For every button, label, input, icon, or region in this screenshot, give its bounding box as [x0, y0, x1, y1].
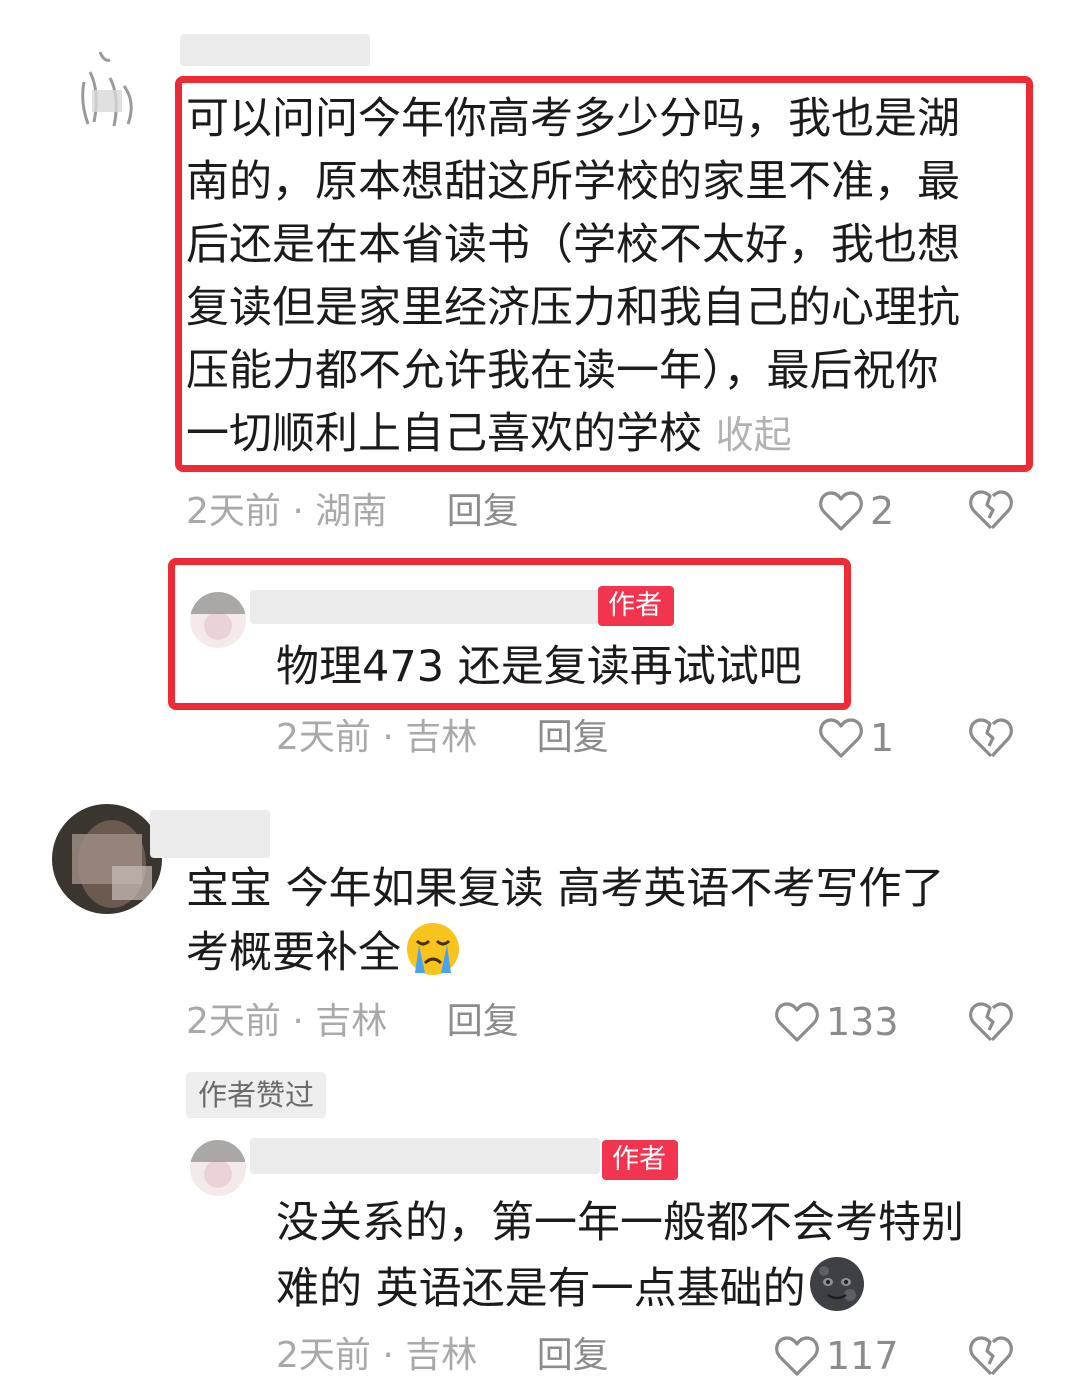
broken-heart-icon [969, 490, 1013, 530]
reply-text[interactable]: 物理473 还是复读再试试吧 [276, 636, 802, 699]
heart-icon [819, 718, 863, 758]
broken-heart-icon [969, 1002, 1013, 1042]
reply-location: 吉林 [405, 717, 478, 758]
like-button[interactable]: 117 [774, 1332, 899, 1380]
comment-location: 吉林 [315, 1001, 388, 1042]
meta-separator: · [292, 1001, 304, 1042]
author-liked-badge: 作者赞过 [186, 1072, 327, 1118]
comment-meta: 2天前 · 吉林 回复 [186, 1000, 519, 1044]
reply-button[interactable]: 回复 [447, 491, 519, 532]
reply-button[interactable]: 回复 [537, 717, 609, 758]
comment-location: 湖南 [315, 491, 388, 532]
dislike-button[interactable] [968, 716, 1014, 760]
reply-meta: 2天前 · 吉林 回复 [276, 716, 609, 760]
comment-line: 一切顺利上自己喜欢的学校 [186, 409, 702, 459]
comment-line: 后还是在本省读书（学校不太好，我也想 [186, 220, 960, 270]
reply-button[interactable]: 回复 [537, 1335, 609, 1376]
author-avatar[interactable] [190, 1140, 246, 1196]
like-button[interactable]: 133 [774, 998, 899, 1046]
comment-meta: 2天前 · 湖南 回复 [186, 490, 519, 534]
heart-icon [819, 491, 863, 531]
avatar[interactable] [52, 804, 162, 914]
like-button[interactable]: 1 [818, 714, 894, 762]
broken-heart-icon [969, 718, 1013, 758]
comment-time: 2天前 [186, 491, 281, 532]
username-blurred[interactable] [180, 34, 370, 66]
author-tag: 作者 [598, 586, 674, 626]
comment-text[interactable]: 可以问问今年你高考多少分吗，我也是湖 南的，原本想甜这所学校的家里不准，最 后还… [186, 88, 1006, 467]
comment-line: 可以问问今年你高考多少分吗，我也是湖 [186, 94, 960, 144]
reply-meta: 2天前 · 吉林 回复 [276, 1334, 609, 1378]
broken-heart-icon [969, 1336, 1013, 1376]
new-moon-face-emoji-icon [806, 1255, 868, 1331]
comment-line: 南的，原本想甜这所学校的家里不准，最 [186, 157, 960, 207]
username-blurred[interactable] [250, 590, 600, 624]
author-avatar[interactable] [190, 592, 246, 648]
author-tag: 作者 [602, 1140, 678, 1180]
username-blurred[interactable] [150, 810, 270, 858]
comment-line-last: 一切顺利上自己喜欢的学校 收起 [186, 403, 1006, 467]
dislike-button[interactable] [968, 488, 1014, 532]
comment-line: 复读但是家里经济压力和我自己的心理抗 [186, 283, 960, 333]
collapse-link[interactable]: 收起 [716, 413, 792, 457]
comment-text[interactable]: 宝宝 今年如果复读 高考英语不考写作了 考概要补全 [186, 858, 1006, 995]
reply-location: 吉林 [405, 1335, 478, 1376]
dislike-button[interactable] [968, 1000, 1014, 1044]
like-count: 1 [870, 716, 895, 760]
reply-time: 2天前 [276, 717, 371, 758]
reply-button[interactable]: 回复 [447, 1001, 519, 1042]
crying-face-emoji-icon [401, 921, 465, 995]
meta-separator: · [382, 717, 394, 758]
comment-line: 压能力都不允许我在读一年），最后祝你 [186, 346, 939, 396]
meta-separator: · [292, 491, 304, 532]
dislike-button[interactable] [968, 1334, 1014, 1378]
heart-icon [775, 1002, 819, 1042]
comment-line-last: 考概要补全 [186, 921, 1006, 995]
like-count: 133 [826, 1000, 899, 1044]
reply-line-last: 难的 英语还是有一点基础的 [276, 1255, 1036, 1331]
reply-line: 难的 英语还是有一点基础的 [276, 1264, 806, 1314]
username-blurred[interactable] [250, 1138, 600, 1174]
comment-line: 宝宝 今年如果复读 高考英语不考写作了 [186, 864, 945, 914]
comment-time: 2天前 [186, 1001, 281, 1042]
comment-line: 考概要补全 [186, 928, 401, 978]
reply-line: 没关系的，第一年一般都不会考特别 [276, 1198, 964, 1248]
heart-icon [775, 1336, 819, 1376]
avatar[interactable] [70, 42, 146, 130]
reply-text[interactable]: 没关系的，第一年一般都不会考特别 难的 英语还是有一点基础的 [276, 1192, 1036, 1331]
like-button[interactable]: 2 [818, 487, 894, 535]
like-count: 117 [826, 1334, 899, 1378]
reply-time: 2天前 [276, 1335, 371, 1376]
meta-separator: · [382, 1335, 394, 1376]
like-count: 2 [870, 489, 895, 533]
